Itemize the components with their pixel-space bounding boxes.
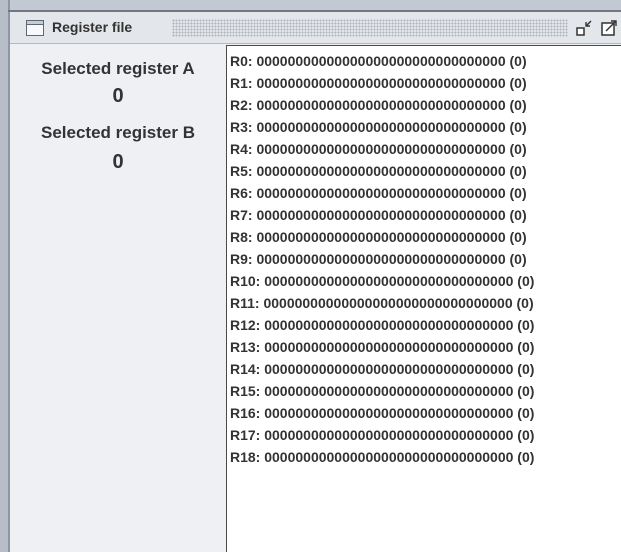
register-row: R11: 00000000000000000000000000000000 (0… bbox=[230, 295, 534, 311]
register-row: R12: 00000000000000000000000000000000 (0… bbox=[230, 317, 535, 333]
window-icon bbox=[26, 20, 44, 36]
register-row: R0: 00000000000000000000000000000000 (0) bbox=[230, 53, 527, 69]
selected-register-a-label: Selected register A bbox=[41, 59, 195, 78]
register-row: R2: 00000000000000000000000000000000 (0) bbox=[230, 97, 527, 113]
window-title: Register file bbox=[52, 19, 133, 35]
register-row: R1: 00000000000000000000000000000000 (0) bbox=[230, 75, 527, 91]
register-row: R3: 00000000000000000000000000000000 (0) bbox=[230, 119, 527, 135]
register-file-window: Register file Selected register A 0 Sele… bbox=[0, 0, 621, 552]
register-row: R18: 00000000000000000000000000000000 (0… bbox=[230, 449, 535, 465]
register-row: R5: 00000000000000000000000000000000 (0) bbox=[230, 163, 527, 179]
register-list[interactable]: R0: 00000000000000000000000000000000 (0)… bbox=[226, 45, 621, 552]
register-row: R15: 00000000000000000000000000000000 (0… bbox=[230, 383, 535, 399]
register-row: R8: 00000000000000000000000000000000 (0) bbox=[230, 229, 527, 245]
register-row: R9: 00000000000000000000000000000000 (0) bbox=[230, 251, 527, 267]
register-row: R6: 00000000000000000000000000000000 (0) bbox=[230, 185, 527, 201]
title-bar-grip bbox=[172, 19, 568, 37]
selected-register-a-value: 0 bbox=[112, 85, 124, 107]
window-top-edge bbox=[0, 0, 621, 10]
selected-registers-panel: Selected register A 0 Selected register … bbox=[10, 45, 226, 552]
register-row: R13: 00000000000000000000000000000000 (0… bbox=[230, 339, 535, 355]
selected-register-b-value: 0 bbox=[112, 151, 124, 173]
minimize-icon[interactable] bbox=[575, 19, 593, 37]
register-row: R17: 00000000000000000000000000000000 (0… bbox=[230, 427, 535, 443]
maximize-icon[interactable] bbox=[600, 19, 618, 37]
register-row: R7: 00000000000000000000000000000000 (0) bbox=[230, 207, 527, 223]
title-bar[interactable]: Register file bbox=[10, 12, 621, 44]
selected-register-b-label: Selected register B bbox=[40, 123, 195, 142]
register-row: R4: 00000000000000000000000000000000 (0) bbox=[230, 141, 527, 157]
register-row: R10: 00000000000000000000000000000000 (0… bbox=[230, 273, 535, 289]
window-left-edge bbox=[0, 0, 8, 552]
register-row: R16: 00000000000000000000000000000000 (0… bbox=[230, 405, 535, 421]
register-row: R14: 00000000000000000000000000000000 (0… bbox=[230, 361, 535, 377]
